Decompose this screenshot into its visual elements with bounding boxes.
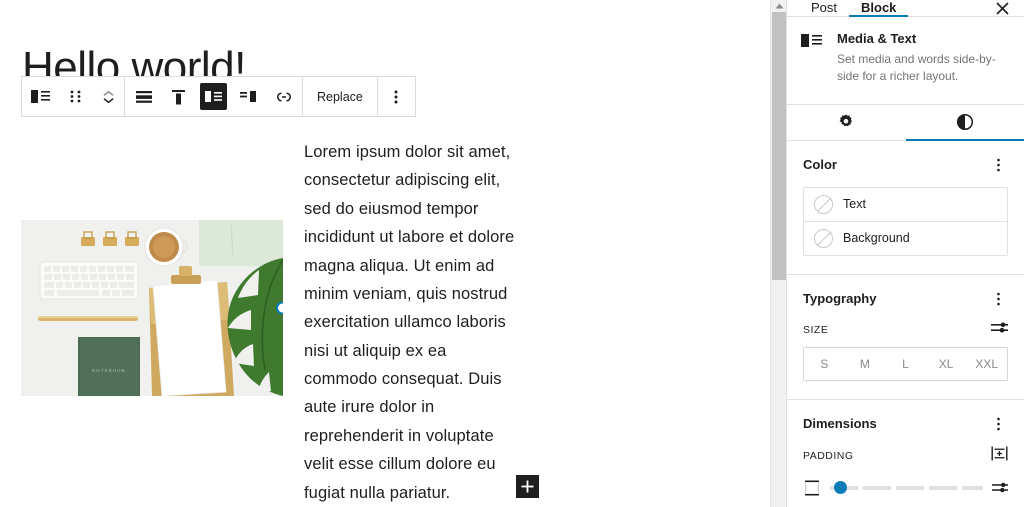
padding-sides-icon[interactable] [991,446,1008,466]
font-size-label: SIZE [803,323,829,336]
wordpress-block-editor: Hello world! Replace NOTEBOOK Lorem ipsu… [0,0,1024,507]
canvas-scrollbar[interactable] [770,0,786,507]
move-up-down-icon[interactable] [93,77,123,116]
close-icon[interactable] [988,0,1016,22]
svg-text:NOTEBOOK: NOTEBOOK [92,368,126,373]
scrollbar-thumb[interactable] [772,12,786,280]
media-column: NOTEBOOK [21,138,283,396]
settings-sliders-icon[interactable] [992,481,1008,494]
typography-panel-title: Typography [803,291,877,307]
block-paragraph[interactable]: Lorem ipsum dolor sit amet, consectetur … [304,138,517,507]
padding-vertical-slider[interactable] [803,480,1008,496]
color-row-text[interactable]: Text [804,188,1007,221]
sidebar-icon-tabs [787,105,1024,141]
block-settings-sidebar: Post Block Media & Text Set media and wo… [786,0,1024,507]
color-row-label: Background [843,231,910,246]
block-card-text: Media & Text Set media and words side-by… [837,31,1002,86]
sidebar-tabbar: Post Block [787,0,1024,17]
dimensions-panel-title: Dimensions [803,416,877,432]
scroll-up-arrow-icon[interactable] [771,0,786,12]
color-panel-header: Color [803,155,1008,175]
align-stacked-icon[interactable] [126,77,161,116]
padding-label: PADDING [803,449,854,462]
font-size-m[interactable]: M [844,347,886,380]
settings-gear-icon[interactable] [787,105,906,141]
dimensions-panel: Dimensions PADDING [787,400,1024,507]
toolbar-group-options [378,77,415,116]
vertical-align-top-icon[interactable] [161,77,196,116]
color-row-background[interactable]: Background [804,220,1007,255]
media-image[interactable]: NOTEBOOK [21,220,283,396]
slider-thumb[interactable] [834,481,847,495]
block-card-description: Set media and words side-by-side for a r… [837,52,996,84]
media-and-text-icon [801,31,825,86]
media-left-icon[interactable] [200,83,227,110]
settings-sliders-icon[interactable] [991,321,1008,339]
styles-contrast-icon[interactable] [905,105,1024,141]
tab-block[interactable]: Block [849,0,909,17]
media-text-block[interactable]: NOTEBOOK Lorem ipsum dolor sit amet, con… [21,138,517,507]
padding-label-row: PADDING [803,446,1008,466]
block-card-title: Media & Text [837,31,917,46]
font-size-l[interactable]: L [885,347,926,380]
color-options-list: Text Background [803,186,1008,256]
dimensions-options-kebab-icon[interactable] [988,414,1008,434]
typography-panel-header: Typography [803,289,1008,309]
drag-handle-icon[interactable] [58,77,93,116]
slider-track-line [830,485,983,490]
toolbar-group-replace: Replace [303,77,378,116]
font-size-toggle-group: S M L XL XXL [803,346,1008,381]
media-and-text-icon[interactable] [23,77,58,116]
typography-panel: Typography SIZE S M L XL XXL [787,275,1024,400]
text-column[interactable]: Lorem ipsum dolor sit amet, consectetur … [283,138,517,507]
block-card: Media & Text Set media and words side-by… [787,17,1024,105]
color-panel-title: Color [803,157,837,173]
text-color-swatch-icon[interactable] [814,194,833,214]
editor-canvas: Hello world! Replace NOTEBOOK Lorem ipsu… [0,0,786,507]
toolbar-group-alignment [125,77,303,116]
toolbar-group-block [22,77,125,116]
replace-button[interactable]: Replace [304,77,376,116]
background-color-swatch-icon[interactable] [814,228,833,248]
link-icon[interactable] [266,77,301,116]
color-options-kebab-icon[interactable] [988,155,1008,175]
padding-vertical-track[interactable] [830,481,983,495]
more-options-icon[interactable] [379,77,414,116]
padding-vertical-icon [803,480,821,496]
font-size-xl[interactable]: XL [925,347,967,380]
color-panel: Color Text Background [787,141,1024,275]
typography-options-kebab-icon[interactable] [988,289,1008,309]
dimensions-panel-header: Dimensions [803,414,1008,434]
media-right-icon[interactable] [231,77,266,116]
block-toolbar: Replace [21,76,416,117]
color-row-label: Text [843,197,866,212]
add-block-button[interactable] [516,475,539,498]
font-size-s[interactable]: S [804,347,845,380]
font-size-label-row: SIZE [803,321,1008,339]
image-resize-handle[interactable] [276,301,283,315]
tab-post[interactable]: Post [799,0,849,17]
font-size-xxl[interactable]: XXL [966,347,1007,380]
